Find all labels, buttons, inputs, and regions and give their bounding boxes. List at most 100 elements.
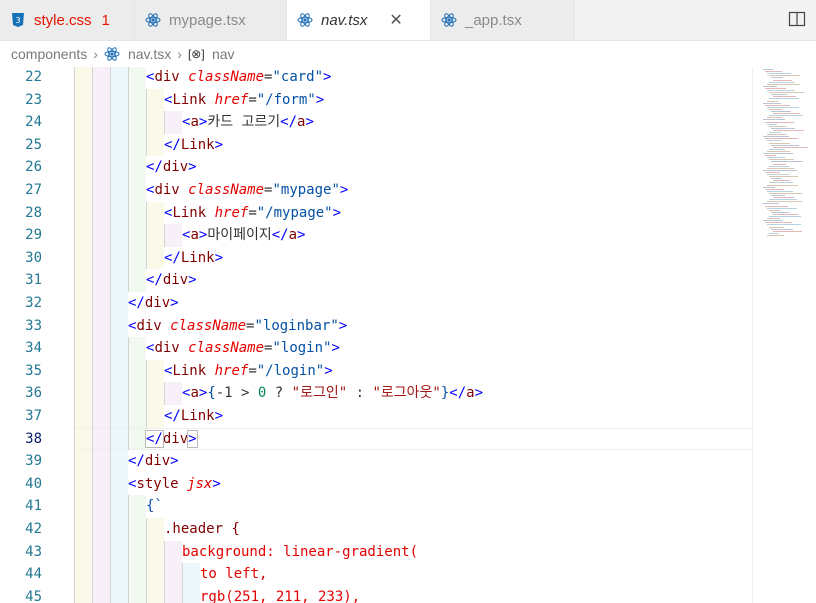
minimap[interactable]	[752, 67, 816, 603]
symbol-variable-icon: [⊗]	[187, 47, 205, 61]
indent-guide-line	[92, 133, 93, 157]
react-icon	[104, 46, 120, 62]
indent-guide	[74, 427, 92, 451]
code-line[interactable]: </div>	[128, 450, 179, 472]
indent-guide	[92, 450, 110, 473]
code-line[interactable]: </div>	[146, 269, 197, 291]
code-line[interactable]: .header {	[164, 518, 240, 540]
code-line[interactable]: <style jsx>	[128, 473, 221, 495]
indent-guide-line	[74, 472, 75, 496]
tab-mypage-tsx[interactable]: mypage.tsx	[135, 0, 287, 40]
tab--app-tsx[interactable]: _app.tsx	[431, 0, 575, 40]
indent-guide	[128, 179, 146, 202]
code-line[interactable]: </div>	[128, 292, 179, 314]
indent-guide	[74, 585, 92, 603]
code-line[interactable]: <div className="card">	[146, 67, 331, 88]
code-token: {`	[146, 498, 163, 515]
minimap-line	[763, 102, 781, 104]
line-number: 44	[25, 566, 42, 583]
line-number: 43	[25, 543, 42, 560]
minimap-line	[767, 140, 781, 142]
code-line[interactable]: to left,	[200, 563, 267, 585]
tab-style-css[interactable]: 3 style.css 1	[0, 0, 135, 40]
code-line[interactable]: </Link>	[164, 405, 223, 427]
breadcrumb-symbol[interactable]: nav	[212, 46, 235, 62]
code-line[interactable]: </div>	[145, 428, 198, 450]
code-token: Link	[172, 91, 207, 108]
code-editor[interactable]: 22 <div className="card"> 23 <Link href="/f…	[0, 67, 816, 603]
indent-guide-line	[146, 405, 147, 428]
code-line[interactable]: <a>마이페이지</a>	[182, 224, 305, 246]
minimap-line	[769, 165, 789, 167]
minimap-line	[763, 69, 773, 70]
indent-guide	[110, 518, 128, 541]
indent-guide	[110, 179, 128, 202]
indent-guide	[92, 88, 110, 112]
code-line[interactable]: <Link href="/login">	[164, 360, 333, 382]
minimap-line	[769, 216, 801, 217]
code-token: div	[136, 317, 162, 334]
indent-guide-line	[74, 405, 75, 428]
minimap-line	[773, 79, 792, 81]
indent-guide-line	[128, 405, 129, 428]
indent-guide	[74, 269, 92, 292]
indent-guide-line	[110, 405, 111, 428]
line-number: 35	[25, 362, 42, 379]
indent-guide-line	[128, 382, 129, 405]
minimap-line	[771, 77, 783, 79]
indent-guide	[146, 88, 164, 112]
indent-guide	[164, 111, 182, 134]
code-token: >	[170, 453, 179, 470]
chevron-right-icon: ›	[93, 46, 98, 62]
code-line[interactable]: <a>{-1 > 0 ? "로그인" : "로그아웃"}</a>	[182, 382, 483, 404]
minimap-line	[769, 108, 782, 110]
code-token: Link	[172, 362, 207, 379]
code-line[interactable]: <div className="mypage">	[146, 179, 348, 201]
indent-guide	[110, 224, 128, 247]
indent-guide	[110, 540, 128, 564]
indent-guide-line	[74, 427, 75, 451]
indent-guide-line	[128, 495, 129, 518]
code-line[interactable]: rgb(251, 211, 233),	[200, 586, 360, 603]
indent-guide-line	[110, 224, 111, 247]
code-line[interactable]: background: linear-gradient(	[182, 541, 418, 563]
indent-guide-line	[92, 269, 93, 292]
indent-guide	[110, 133, 128, 157]
indent-guide-line	[92, 359, 93, 383]
indent-guide	[74, 88, 92, 112]
minimap-line	[771, 228, 793, 230]
minimap-line	[773, 213, 798, 215]
code-token: div	[154, 340, 180, 357]
minimap-line	[767, 106, 799, 108]
code-line[interactable]: </Link>	[164, 247, 223, 269]
indent-guide-line	[146, 563, 147, 586]
indent-guide-line	[74, 111, 75, 134]
indent-guide	[74, 359, 92, 383]
code-line[interactable]: {`	[146, 495, 163, 517]
indent-guide-line	[92, 67, 93, 89]
indent-guide-line	[128, 67, 129, 89]
indent-guide-line	[164, 382, 165, 405]
indent-guide-line	[146, 585, 147, 603]
minimap-line	[767, 224, 801, 226]
code-line[interactable]: <a>카드 고르기</a>	[182, 111, 314, 133]
react-icon	[297, 12, 313, 28]
code-line[interactable]: </div>	[146, 156, 197, 178]
tab-label: nav.tsx	[321, 11, 368, 29]
code-line[interactable]: </Link>	[164, 134, 223, 156]
code-line[interactable]: <Link href="/mypage">	[164, 202, 341, 224]
indent-guide-line	[128, 201, 129, 225]
minimap-line	[769, 142, 790, 144]
indent-guide	[74, 337, 92, 360]
code-line[interactable]: <Link href="/form">	[164, 89, 324, 111]
split-editor-icon[interactable]	[788, 10, 806, 28]
code-line[interactable]: <div className="loginbar">	[128, 315, 347, 337]
close-icon[interactable]: ✕	[389, 10, 402, 30]
code-line[interactable]: <div className="login">	[146, 337, 340, 359]
indent-guide-line	[146, 540, 147, 564]
minimap-line	[769, 199, 797, 201]
tab-nav-tsx[interactable]: nav.tsx ✕	[287, 0, 431, 40]
minimap-line	[765, 205, 788, 207]
breadcrumb-folder[interactable]: components	[11, 46, 87, 62]
breadcrumb-file[interactable]: nav.tsx	[128, 46, 171, 62]
